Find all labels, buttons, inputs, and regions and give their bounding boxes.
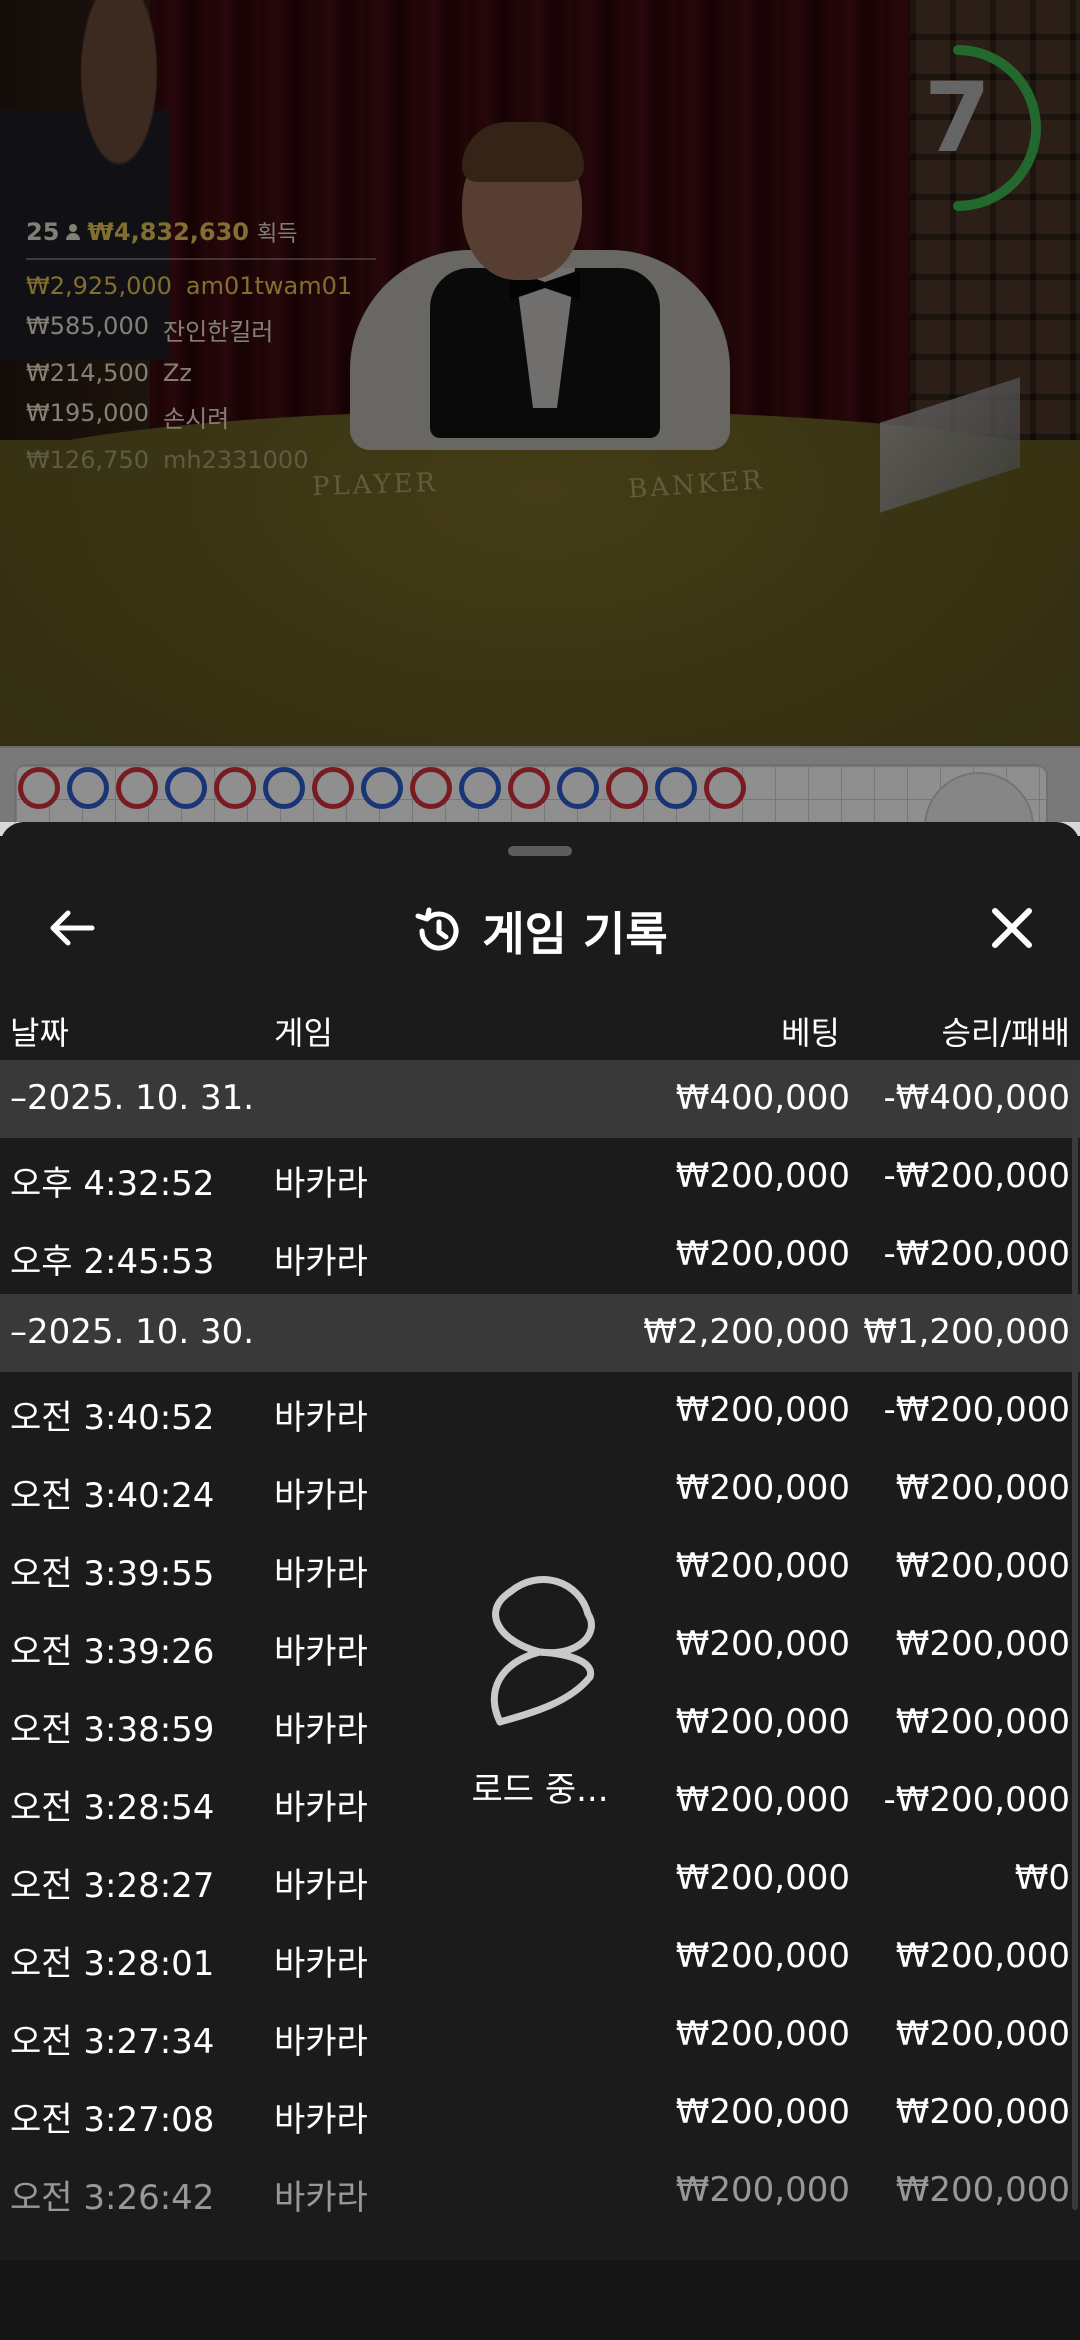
date-group-row[interactable]: –2025. 10. 31. ₩400,000 -₩400,000 [0, 1060, 1080, 1138]
row-time: 오전 3:39:26 [10, 1632, 215, 1672]
loading-indicator: 로드 중... [440, 1562, 640, 1822]
row-time: 오전 3:38:59 [10, 1710, 215, 1750]
row-result: ₩200,000 [895, 1546, 1070, 1586]
history-row[interactable]: 오전 3:27:08 바카라 ₩200,000 ₩200,000 [0, 2074, 1080, 2152]
group-bet-total: ₩2,200,000 [643, 1312, 850, 1352]
game-history-sheet: 게임 기록 날짜 게임 베팅 승리/패배 –2025. 10. 31. ₩400,… [0, 822, 1080, 2340]
row-bet: ₩200,000 [675, 1936, 850, 1976]
row-bet: ₩200,000 [675, 1624, 850, 1664]
row-time: 오전 3:39:55 [10, 1554, 215, 1594]
row-bet: ₩200,000 [675, 1390, 850, 1430]
row-result: ₩200,000 [895, 1468, 1070, 1508]
row-result: -₩200,000 [883, 1156, 1071, 1196]
row-time: 오전 3:26:42 [10, 2178, 215, 2218]
history-row[interactable]: 오후 4:32:52 바카라 ₩200,000 -₩200,000 [0, 1138, 1080, 1216]
column-bet[interactable]: 베팅 [781, 1008, 840, 1054]
row-game: 바카라 [274, 1632, 368, 1672]
row-result: -₩200,000 [883, 1390, 1071, 1430]
row-result: ₩200,000 [895, 2170, 1070, 2210]
loading-text: 로드 중... [471, 1770, 609, 1810]
row-result: ₩200,000 [895, 2092, 1070, 2132]
row-game: 바카라 [274, 1242, 368, 1282]
row-game: 바카라 [274, 2022, 368, 2062]
history-row[interactable]: 오전 3:40:24 바카라 ₩200,000 ₩200,000 [0, 1450, 1080, 1528]
row-game: 바카라 [274, 1866, 368, 1906]
row-time: 오전 3:28:01 [10, 1944, 215, 1984]
history-row[interactable]: 오후 2:45:53 바카라 ₩200,000 -₩200,000 [0, 1216, 1080, 1294]
row-result: ₩200,000 [895, 1702, 1070, 1742]
row-game: 바카라 [274, 1554, 368, 1594]
scrollbar[interactable] [1072, 1060, 1078, 2210]
row-game: 바카라 [274, 1164, 368, 1204]
history-row[interactable]: 오전 3:28:01 바카라 ₩200,000 ₩200,000 [0, 1918, 1080, 1996]
row-bet: ₩200,000 [675, 1234, 850, 1274]
row-time: 오전 3:40:24 [10, 1476, 215, 1516]
history-row[interactable]: 오전 3:26:42 바카라 ₩200,000 ₩200,000 [0, 2152, 1080, 2230]
column-game[interactable]: 게임 [274, 1008, 333, 1054]
row-result: ₩200,000 [895, 1936, 1070, 1976]
row-time: 오전 3:27:08 [10, 2100, 215, 2140]
row-result: ₩200,000 [895, 2014, 1070, 2054]
row-game: 바카라 [274, 1398, 368, 1438]
row-game: 바카라 [274, 1944, 368, 1984]
row-result: -₩200,000 [883, 1780, 1071, 1820]
row-bet: ₩200,000 [675, 2092, 850, 2132]
table-header: 날짜 게임 베팅 승리/패배 [0, 998, 1080, 1060]
group-bet-total: ₩400,000 [675, 1078, 850, 1118]
history-icon [415, 907, 459, 951]
history-row[interactable]: 오전 3:27:34 바카라 ₩200,000 ₩200,000 [0, 1996, 1080, 2074]
group-result-total: ₩1,200,000 [863, 1312, 1070, 1352]
row-bet: ₩200,000 [675, 1780, 850, 1820]
row-result: ₩200,000 [895, 1624, 1070, 1664]
row-bet: ₩200,000 [675, 1468, 850, 1508]
sheet-drag-handle[interactable] [508, 846, 572, 856]
row-game: 바카라 [274, 2178, 368, 2218]
row-time: 오전 3:40:52 [10, 1398, 215, 1438]
row-result: -₩200,000 [883, 1234, 1071, 1274]
close-icon [992, 908, 1032, 948]
group-date: –2025. 10. 30. [10, 1312, 255, 1352]
row-time: 오전 3:28:27 [10, 1866, 215, 1906]
row-bet: ₩200,000 [675, 1702, 850, 1742]
history-row[interactable]: 오전 3:28:27 바카라 ₩200,000 ₩0 [0, 1840, 1080, 1918]
group-result-total: -₩400,000 [883, 1078, 1071, 1118]
sheet-title: 게임 기록 [482, 907, 668, 961]
column-date[interactable]: 날짜 [10, 1008, 69, 1054]
row-bet: ₩200,000 [675, 1546, 850, 1586]
row-time: 오전 3:28:54 [10, 1788, 215, 1828]
row-bet: ₩200,000 [675, 1156, 850, 1196]
row-time: 오후 4:32:52 [10, 1164, 215, 1204]
history-row[interactable]: 오전 3:40:52 바카라 ₩200,000 -₩200,000 [0, 1372, 1080, 1450]
row-time: 오후 2:45:53 [10, 1242, 215, 1282]
row-game: 바카라 [274, 2100, 368, 2140]
column-result[interactable]: 승리/패배 [941, 1008, 1070, 1054]
row-result: ₩0 [1014, 1858, 1070, 1898]
close-button[interactable] [980, 896, 1044, 960]
sheet-header: 게임 기록 [0, 878, 1080, 978]
row-bet: ₩200,000 [675, 1858, 850, 1898]
row-game: 바카라 [274, 1476, 368, 1516]
row-bet: ₩200,000 [675, 2170, 850, 2210]
spinner-icon [490, 1575, 595, 1726]
date-group-row[interactable]: –2025. 10. 30. ₩2,200,000 ₩1,200,000 [0, 1294, 1080, 1372]
row-game: 바카라 [274, 1710, 368, 1750]
row-bet: ₩200,000 [675, 2014, 850, 2054]
row-time: 오전 3:27:34 [10, 2022, 215, 2062]
group-date: –2025. 10. 31. [10, 1078, 255, 1118]
row-game: 바카라 [274, 1788, 368, 1828]
